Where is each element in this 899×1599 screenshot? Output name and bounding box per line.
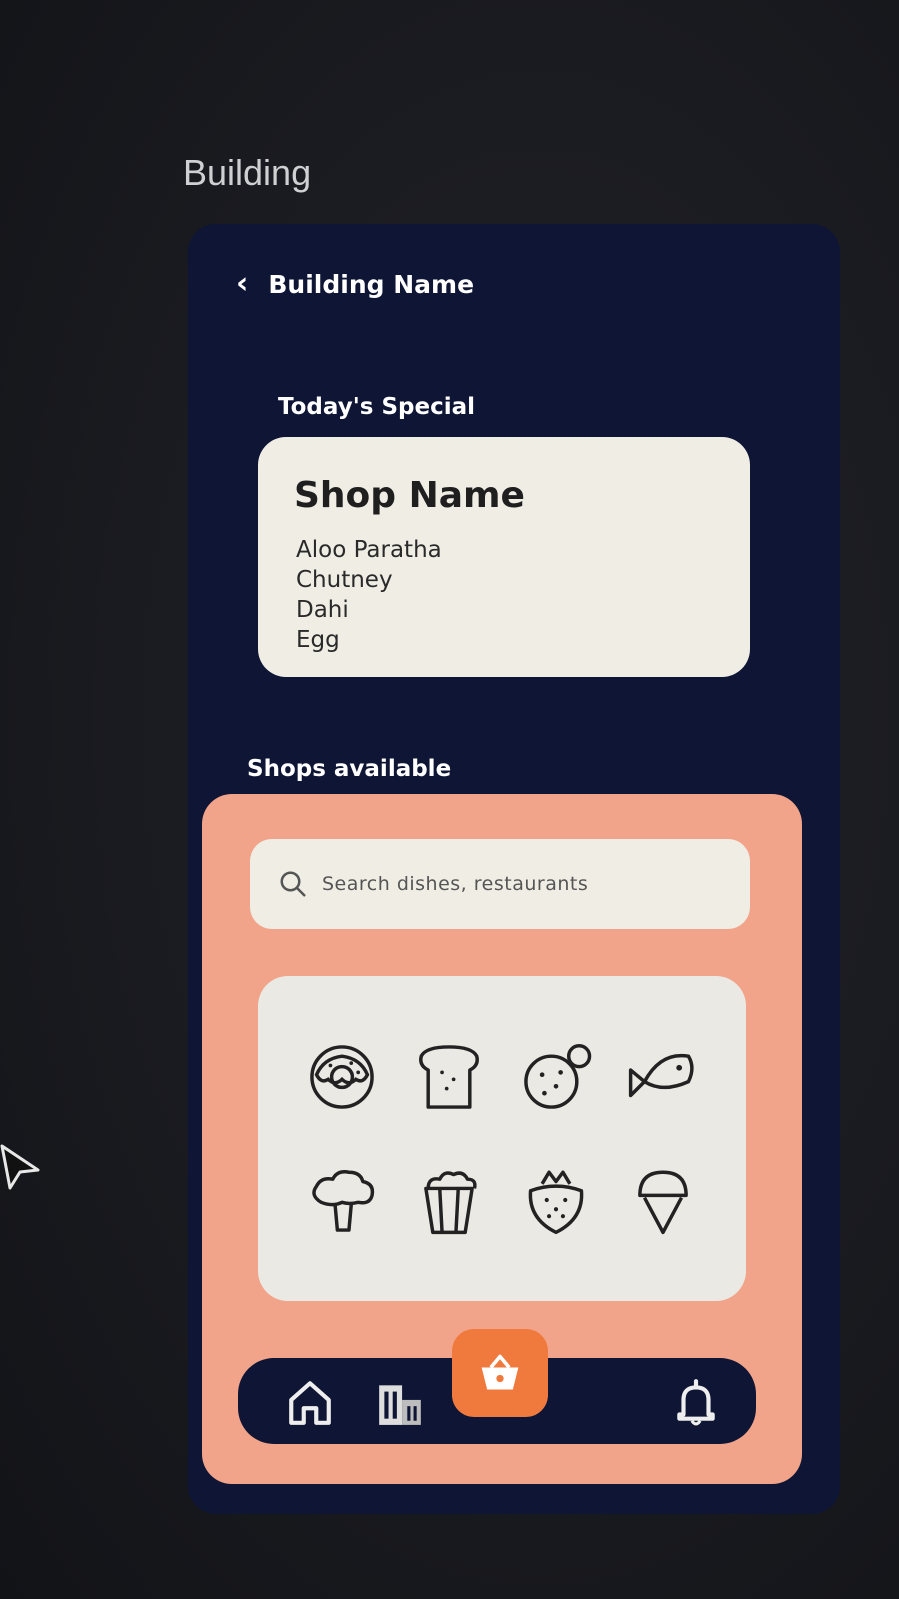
home-icon	[289, 1381, 331, 1425]
shops-panel: Search dishes, restaurants	[202, 794, 802, 1484]
fish-icon	[628, 1054, 694, 1098]
special-items-list: Aloo Paratha Chutney Dahi Egg	[296, 535, 442, 655]
basket-icon	[481, 1354, 519, 1390]
category-ice-cream[interactable]	[609, 1139, 716, 1262]
bell-icon	[677, 1379, 715, 1426]
app-header: ‹ Building Name	[236, 264, 474, 304]
cookie-icon	[523, 1044, 591, 1110]
search-placeholder: Search dishes, restaurants	[322, 873, 589, 895]
ice-cream-icon	[637, 1170, 688, 1234]
search-icon	[280, 871, 306, 897]
popcorn-icon	[423, 1171, 477, 1234]
shop-name: Shop Name	[294, 475, 525, 516]
special-item: Aloo Paratha	[296, 537, 442, 563]
frame-label: Building	[183, 152, 312, 193]
nav-notifications[interactable]	[670, 1376, 722, 1428]
chevron-left-icon[interactable]: ‹	[236, 269, 248, 299]
special-item: Chutney	[296, 567, 393, 593]
bread-icon	[418, 1045, 479, 1110]
category-grid	[258, 976, 746, 1301]
shops-available-label: Shops available	[247, 756, 452, 782]
donut-icon	[309, 1045, 374, 1110]
phone-screen: ‹ Building Name Today's Special Shop Nam…	[188, 224, 840, 1514]
special-item: Dahi	[296, 597, 349, 623]
category-donut[interactable]	[288, 1016, 395, 1139]
category-strawberry[interactable]	[502, 1139, 609, 1262]
page-title: Building Name	[268, 269, 475, 299]
search-input[interactable]: Search dishes, restaurants	[250, 839, 750, 929]
special-item: Egg	[296, 627, 340, 653]
nav-home[interactable]	[284, 1376, 336, 1428]
building-icon	[379, 1385, 421, 1425]
category-popcorn[interactable]	[395, 1139, 502, 1262]
category-broccoli[interactable]	[288, 1139, 395, 1262]
nav-basket-button[interactable]	[452, 1329, 548, 1417]
category-cookie[interactable]	[502, 1016, 609, 1139]
todays-special-label: Today's Special	[278, 394, 475, 420]
mouse-pointer-icon	[0, 1144, 40, 1190]
category-bread[interactable]	[395, 1016, 502, 1139]
nav-building[interactable]	[374, 1376, 426, 1428]
strawberry-icon	[528, 1170, 583, 1234]
broccoli-icon	[311, 1169, 374, 1232]
todays-special-card[interactable]: Shop Name Aloo Paratha Chutney Dahi Egg	[258, 437, 750, 677]
category-fish[interactable]	[609, 1016, 716, 1139]
